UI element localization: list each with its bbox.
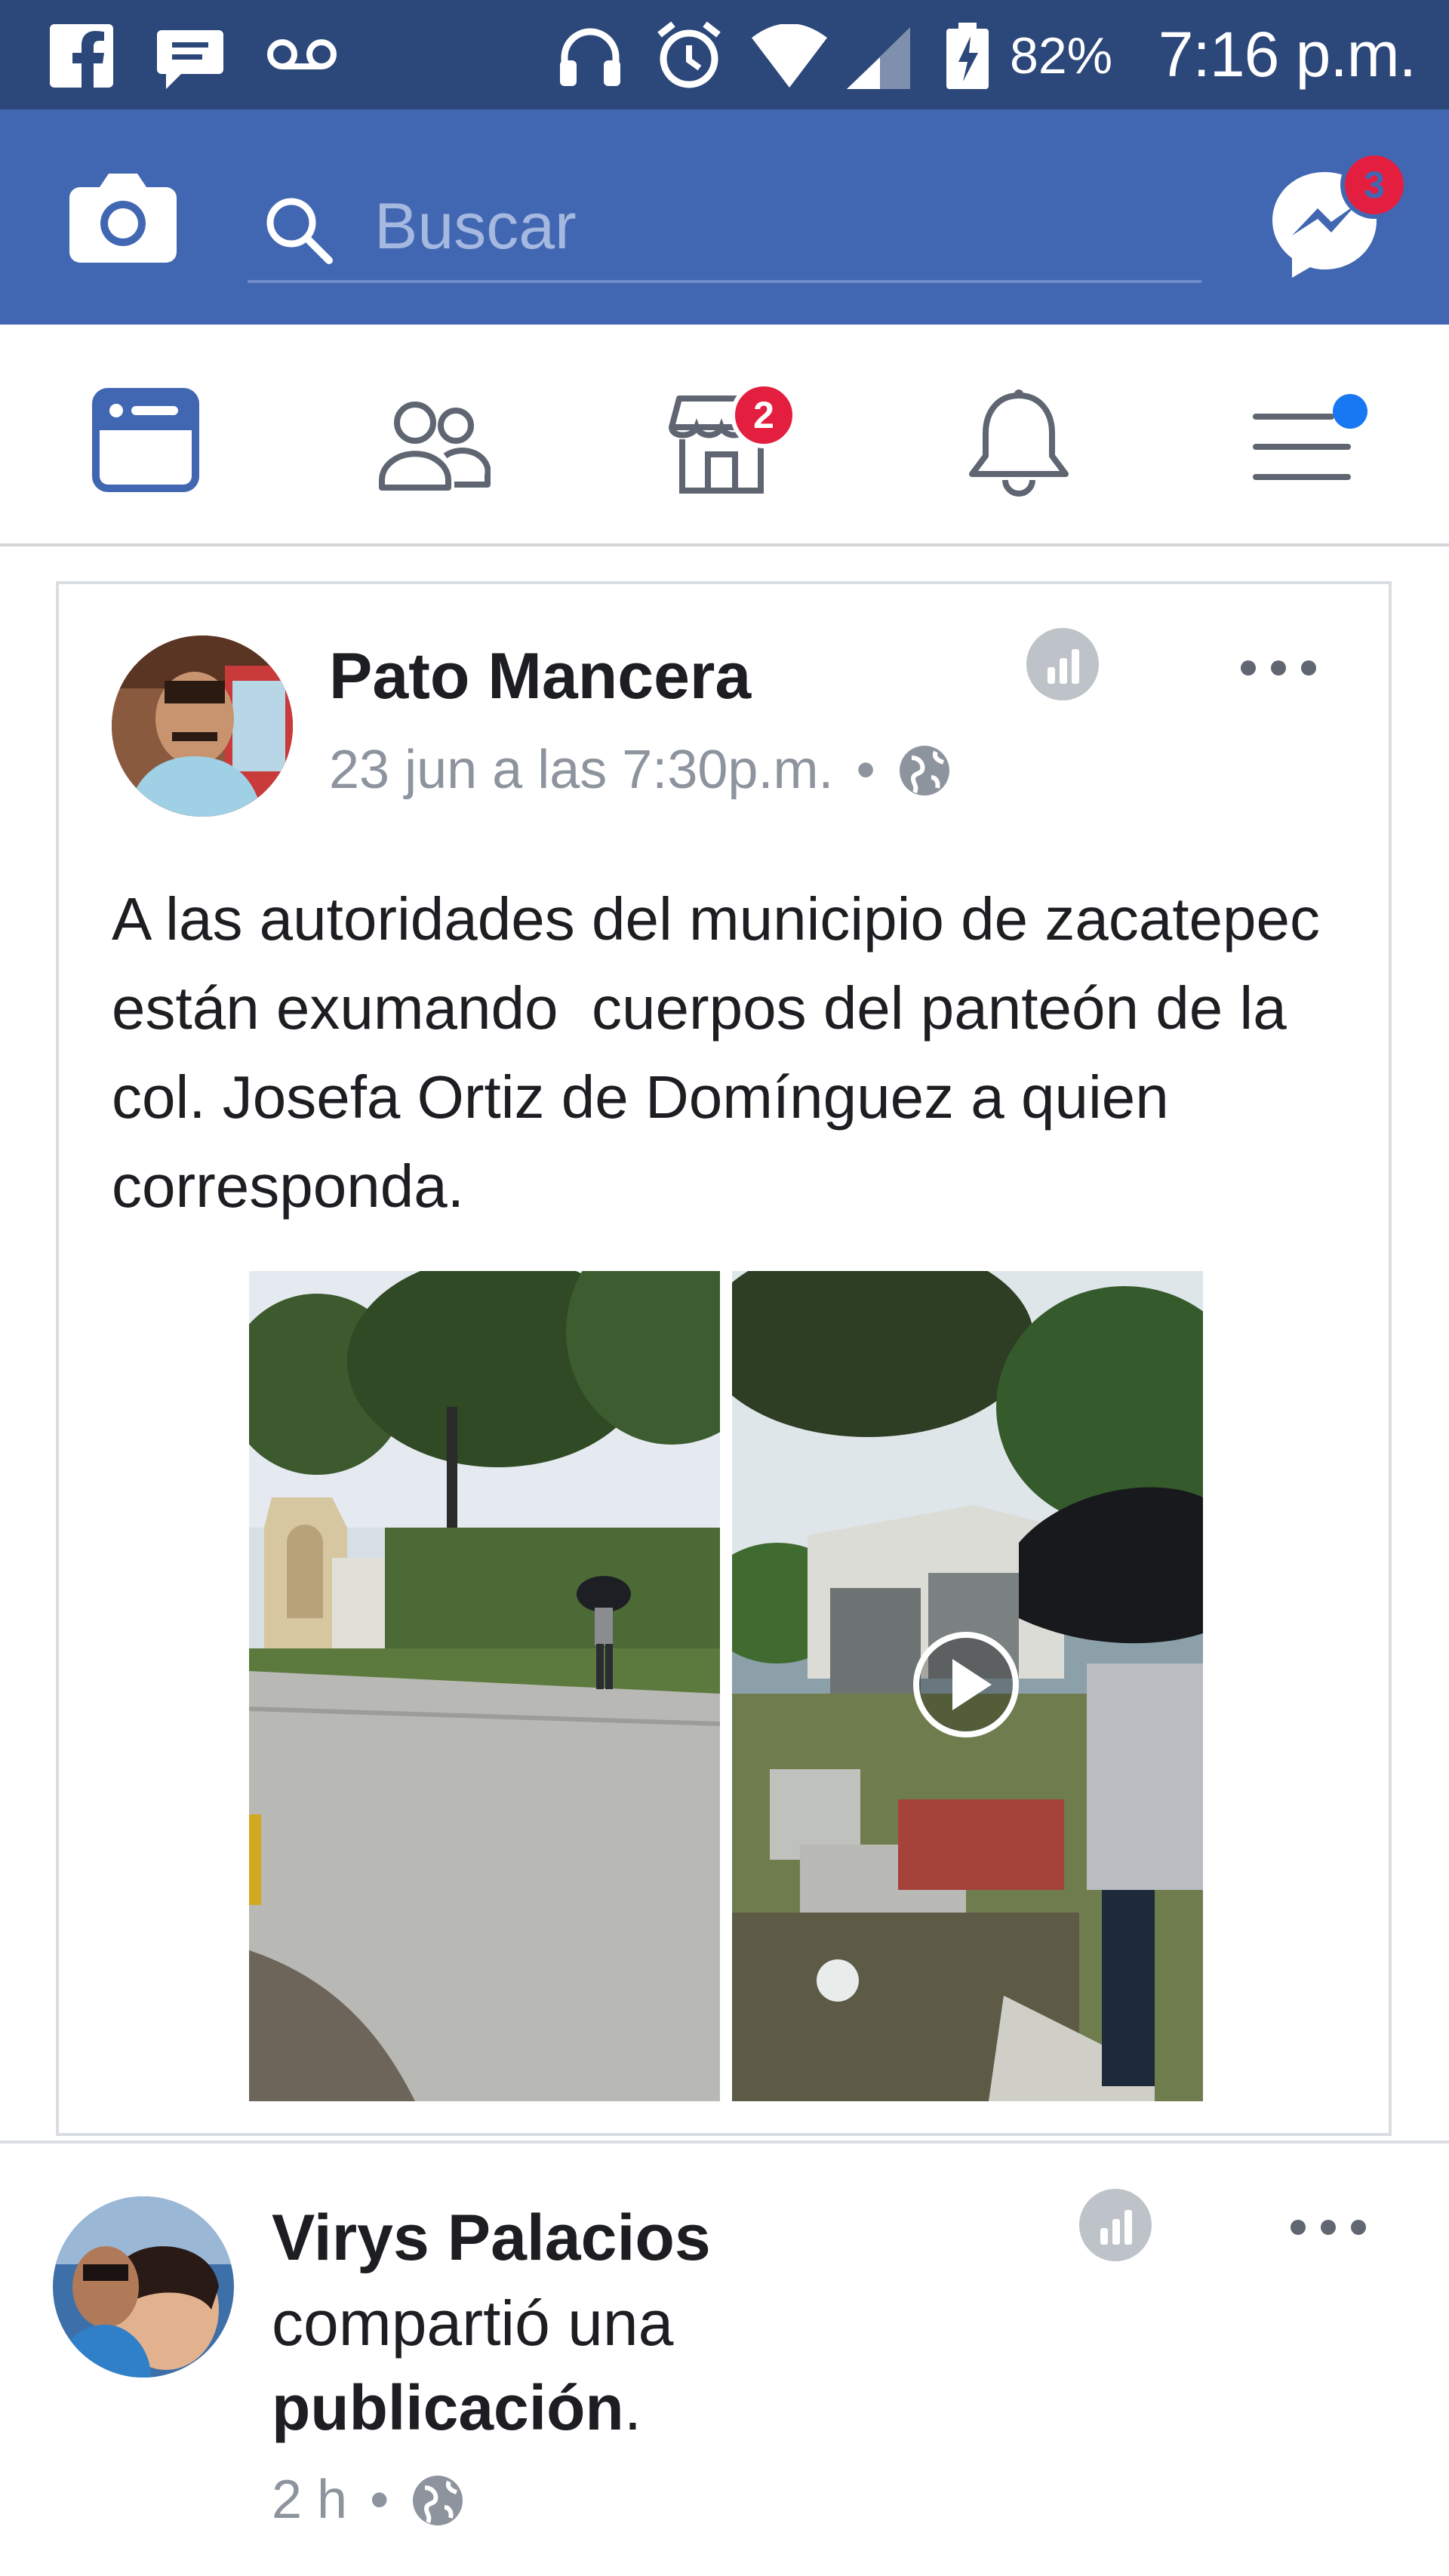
meta-separator: • [370, 2470, 389, 2530]
meta-separator: • [856, 740, 875, 800]
publication-link[interactable]: publicación [272, 2372, 624, 2443]
tab-marketplace[interactable]: 2 [649, 364, 815, 507]
nav-tabs: 2 [0, 325, 1449, 546]
search-input[interactable]: Buscar [248, 170, 1201, 283]
shared-post-action: compartió una [272, 2281, 673, 2365]
post-options-button[interactable] [1233, 649, 1324, 687]
battery-percentage: 82% [1010, 27, 1113, 85]
status-bar: 82% 7:16 p.m. [0, 0, 1449, 109]
insights-icon [1100, 2210, 1132, 2245]
insights-button[interactable] [1079, 2189, 1152, 2261]
more-options-icon [1291, 2220, 1366, 2235]
headphones-icon [560, 28, 620, 86]
menu-notification-dot [1333, 394, 1367, 429]
cemetery-video-thumbnail [732, 1271, 1203, 2101]
insights-button[interactable] [1026, 628, 1099, 700]
avatar-photo [53, 2196, 234, 2377]
post-options-button[interactable] [1283, 2208, 1374, 2246]
street-photo[interactable] [249, 1271, 720, 2101]
clock: 7:16 p.m. [1158, 19, 1417, 90]
shared-post-card: Virys Palacios compartió una publicación… [0, 2144, 1449, 2576]
insights-icon [1048, 649, 1079, 684]
messenger-button[interactable]: 3 [1268, 151, 1411, 279]
signal-icon [847, 27, 910, 89]
post-meta: 23 jun a las 7:30p.m. • [329, 735, 951, 805]
avatar[interactable] [53, 2196, 234, 2377]
news-feed-icon [92, 388, 199, 492]
post-timestamp[interactable]: 23 jun a las 7:30p.m. [329, 740, 833, 800]
cemetery-video[interactable] [732, 1271, 1203, 2101]
message-icon [157, 30, 223, 89]
avatar[interactable] [112, 636, 293, 817]
search-icon [266, 198, 333, 264]
search-placeholder: Buscar [374, 190, 577, 263]
tab-news-feed[interactable] [69, 364, 220, 507]
globe-icon [899, 746, 949, 796]
post-card: Pato Mancera 23 jun a las 7:30p.m. • A l… [56, 581, 1392, 2136]
shared-post-author[interactable]: Virys Palacios [272, 2198, 711, 2278]
more-options-icon [1241, 660, 1316, 676]
alarm-icon [657, 21, 721, 88]
camera-button[interactable] [66, 165, 180, 267]
friends-icon [379, 402, 491, 491]
shared-post-meta: 2 h • [272, 2465, 464, 2534]
post-text: A las autoridades del municipio de zacat… [112, 885, 1337, 1220]
search-underline [248, 280, 1201, 283]
battery-charging-icon [946, 23, 989, 89]
action-end: . [623, 2372, 642, 2443]
shared-post-timestamp[interactable]: 2 h [272, 2470, 347, 2530]
tab-menu[interactable] [1230, 364, 1381, 507]
globe-icon [413, 2476, 463, 2525]
facebook-icon [50, 24, 113, 88]
street-photo-image [249, 1271, 720, 2101]
tab-notifications[interactable] [943, 364, 1094, 507]
voicemail-icon [267, 39, 337, 69]
action-text: compartió una [272, 2288, 674, 2359]
wifi-icon [752, 24, 827, 88]
marketplace-badge: 2 [731, 382, 797, 448]
avatar-photo [112, 636, 293, 817]
tab-friends[interactable] [361, 364, 512, 507]
messenger-badge: 3 [1340, 151, 1408, 219]
post-author[interactable]: Pato Mancera [329, 639, 751, 714]
bell-icon [969, 389, 1069, 497]
camera-icon [69, 174, 177, 263]
shared-post-action-link-line: publicación. [272, 2365, 641, 2450]
